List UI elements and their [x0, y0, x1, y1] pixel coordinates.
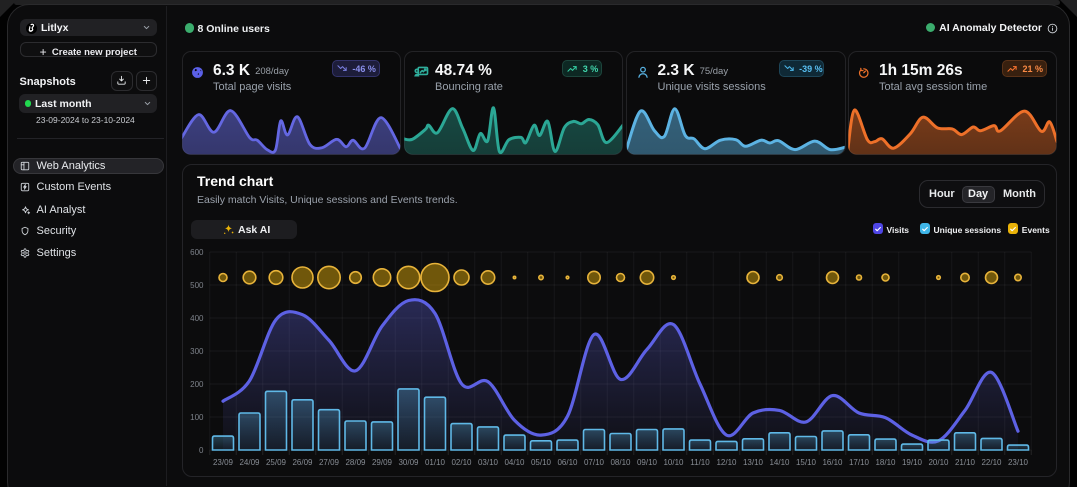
- svg-text:29/09: 29/09: [372, 458, 393, 467]
- svg-text:06/10: 06/10: [557, 458, 578, 467]
- svg-text:15/10: 15/10: [796, 458, 817, 467]
- svg-text:19/10: 19/10: [902, 458, 923, 467]
- svg-text:14/10: 14/10: [769, 458, 790, 467]
- svg-text:23/09: 23/09: [213, 458, 234, 467]
- svg-text:12/10: 12/10: [716, 458, 737, 467]
- svg-text:24/09: 24/09: [239, 458, 260, 467]
- svg-text:20/10: 20/10: [928, 458, 949, 467]
- svg-text:17/10: 17/10: [849, 458, 870, 467]
- svg-text:21/10: 21/10: [955, 458, 976, 467]
- svg-text:04/10: 04/10: [504, 458, 525, 467]
- svg-text:600: 600: [190, 248, 204, 257]
- svg-text:27/09: 27/09: [319, 458, 340, 467]
- svg-text:01/10: 01/10: [425, 458, 446, 467]
- svg-text:26/09: 26/09: [292, 458, 313, 467]
- svg-text:100: 100: [190, 413, 204, 422]
- svg-text:07/10: 07/10: [584, 458, 605, 467]
- svg-text:200: 200: [190, 380, 204, 389]
- svg-text:10/10: 10/10: [663, 458, 684, 467]
- svg-text:02/10: 02/10: [451, 458, 472, 467]
- svg-text:28/09: 28/09: [345, 458, 366, 467]
- svg-text:23/10: 23/10: [1008, 458, 1029, 467]
- svg-text:11/10: 11/10: [690, 458, 710, 467]
- svg-text:400: 400: [190, 314, 204, 323]
- svg-text:300: 300: [190, 347, 204, 356]
- svg-text:08/10: 08/10: [610, 458, 631, 467]
- svg-text:22/10: 22/10: [981, 458, 1002, 467]
- svg-text:18/10: 18/10: [875, 458, 896, 467]
- svg-text:16/10: 16/10: [822, 458, 843, 467]
- svg-text:13/10: 13/10: [743, 458, 764, 467]
- svg-text:09/10: 09/10: [637, 458, 658, 467]
- svg-text:03/10: 03/10: [478, 458, 499, 467]
- svg-text:05/10: 05/10: [531, 458, 552, 467]
- svg-text:30/09: 30/09: [398, 458, 419, 467]
- svg-text:0: 0: [199, 446, 204, 455]
- svg-text:500: 500: [190, 281, 204, 290]
- svg-text:25/09: 25/09: [266, 458, 287, 467]
